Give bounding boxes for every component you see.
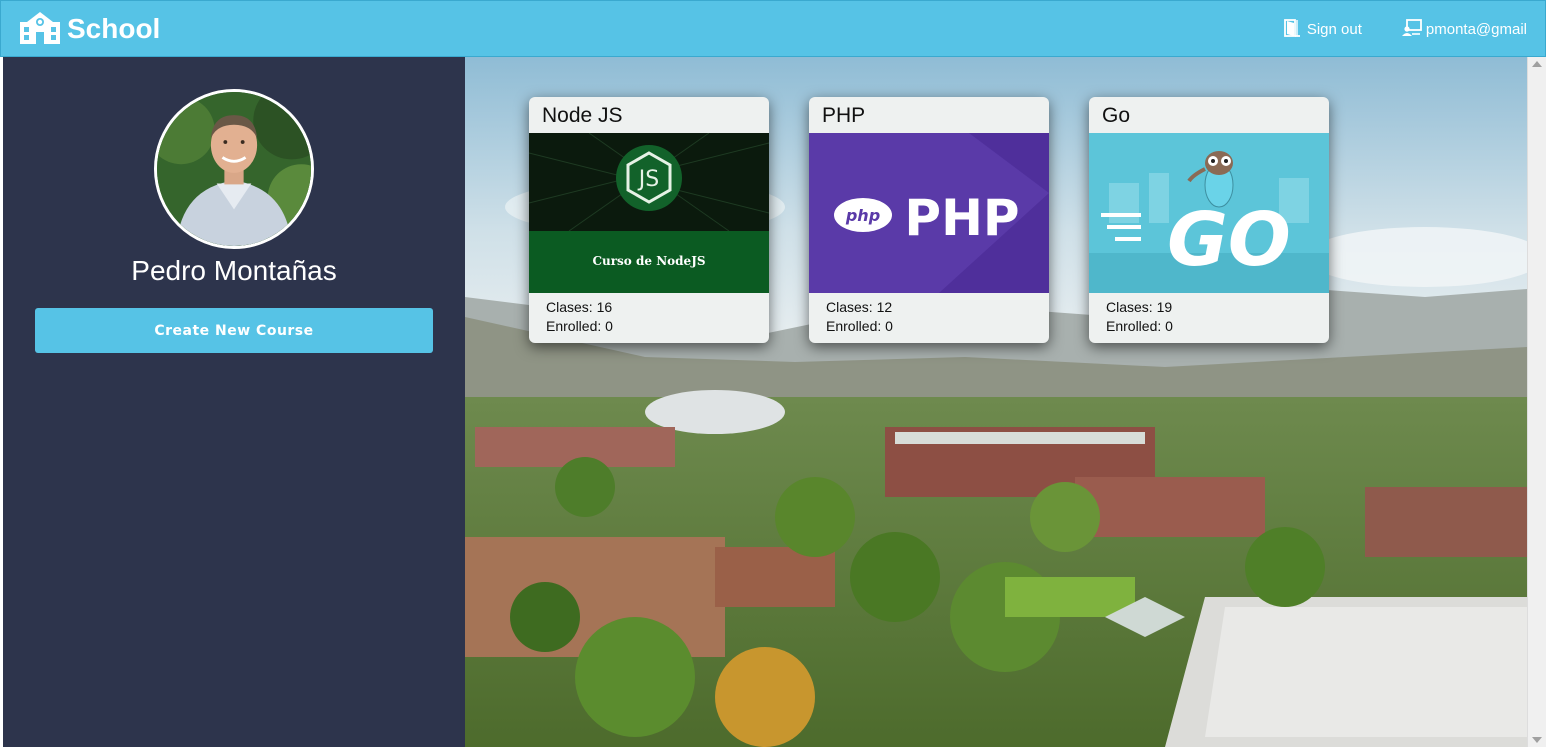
- enrolled-label: Enrolled:: [1106, 318, 1162, 334]
- sign-out-label: Sign out: [1306, 21, 1362, 38]
- school-icon: [19, 10, 61, 48]
- course-title: Go: [1102, 104, 1131, 127]
- brand-link[interactable]: School: [19, 1, 160, 56]
- main-content: Node JS JS Curso de NodeJS Clases: 16 En…: [465, 57, 1527, 747]
- classes-label: Clases:: [546, 299, 593, 315]
- door-exit-icon: [1283, 18, 1307, 41]
- course-meta: Clases: 16 Enrolled: 0: [529, 293, 769, 336]
- classes-label: Clases:: [826, 299, 873, 315]
- enrolled-label: Enrolled:: [826, 318, 882, 334]
- scroll-down-icon[interactable]: [1532, 737, 1542, 743]
- go-course-image: GO: [1089, 133, 1329, 293]
- php-badge: php: [845, 206, 880, 225]
- nav-right: Sign out pmonta@gmail: [1243, 1, 1527, 58]
- vertical-scrollbar[interactable]: [1527, 57, 1546, 747]
- classes-label: Clases:: [1106, 299, 1153, 315]
- nodejs-caption: Curso de NodeJS: [592, 254, 705, 268]
- top-navbar: School Sign out pmonta@gmail: [0, 0, 1546, 57]
- classes-count: 19: [1156, 299, 1173, 315]
- course-card-php[interactable]: PHP php PHP Clases: 12 Enrolled: 0: [809, 97, 1049, 343]
- course-title: Node JS: [542, 104, 623, 127]
- nodejs-badge: JS: [637, 167, 659, 192]
- course-title: PHP: [822, 104, 866, 127]
- php-course-image: php PHP: [809, 133, 1049, 293]
- nodejs-course-image: JS Curso de NodeJS: [529, 133, 769, 293]
- enrolled-count: 0: [605, 318, 613, 334]
- create-new-course-button[interactable]: Create New Course: [35, 308, 433, 353]
- user-email: pmonta@gmail: [1425, 21, 1527, 38]
- classes-count: 12: [876, 299, 893, 315]
- sign-out-link[interactable]: Sign out: [1283, 18, 1362, 41]
- profile-sidebar: Pedro Montañas Create New Course: [3, 57, 465, 747]
- user-name: Pedro Montañas: [131, 255, 337, 286]
- course-meta: Clases: 12 Enrolled: 0: [809, 293, 1049, 336]
- classes-count: 16: [596, 299, 613, 315]
- course-meta: Clases: 19 Enrolled: 0: [1089, 293, 1329, 336]
- enrolled-count: 0: [885, 318, 893, 334]
- course-card-nodejs[interactable]: Node JS JS Curso de NodeJS Clases: 16 En…: [529, 97, 769, 343]
- brand-title: School: [67, 12, 161, 44]
- enrolled-label: Enrolled:: [546, 318, 602, 334]
- enrolled-count: 0: [1165, 318, 1173, 334]
- avatar: [154, 89, 314, 249]
- scroll-up-icon[interactable]: [1532, 61, 1542, 67]
- user-monitor-icon: [1401, 18, 1426, 41]
- user-email-link[interactable]: pmonta@gmail: [1401, 18, 1527, 41]
- course-card-go[interactable]: Go GO Clases: 19 Enrolled: 0: [1089, 97, 1329, 343]
- go-caption: GO: [1167, 197, 1291, 283]
- php-caption: PHP: [904, 189, 1019, 247]
